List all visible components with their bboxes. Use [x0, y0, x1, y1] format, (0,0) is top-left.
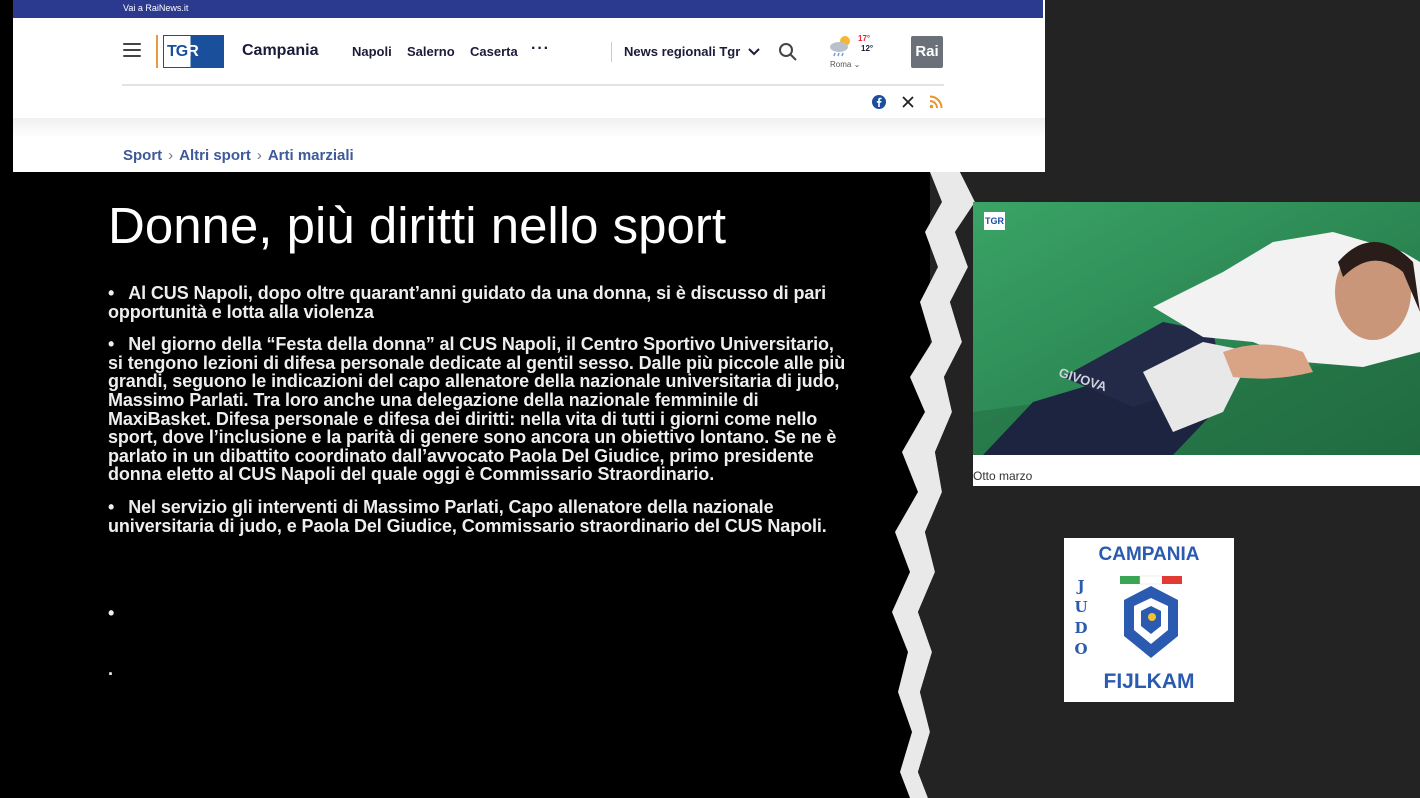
bullet-list: • Al CUS Napoli, dopo oltre quarant’anni …	[108, 284, 853, 549]
fijlkam-emblem-icon	[1120, 575, 1182, 658]
nav-separator	[611, 42, 612, 62]
x-twitter-icon[interactable]	[901, 95, 915, 109]
judo-photo-illustration	[973, 202, 1420, 455]
temp-max: 17°	[858, 34, 871, 43]
bullet-item: • Nel servizio gli interventi di Massimo …	[108, 496, 827, 536]
temp-min: 12°	[861, 44, 874, 53]
header-shadow	[13, 118, 1045, 138]
bullet-item: • Nel giorno della “Festa della donna” al…	[108, 334, 846, 485]
breadcrumb-altri-sport[interactable]: Altri sport	[179, 147, 251, 164]
search-icon[interactable]	[778, 42, 798, 62]
breadcrumb: Sport › Altri sport › Arti marziali	[123, 147, 354, 164]
judo-vertical-text: JUDO	[1074, 577, 1088, 658]
nav-napoli[interactable]: Napoli	[352, 44, 392, 59]
slide-title: Donne, più diritti nello sport	[108, 197, 727, 254]
nav-caserta[interactable]: Caserta	[470, 44, 518, 59]
menu-icon[interactable]	[123, 43, 141, 57]
news-regionali-dropdown[interactable]: News regionali Tgr	[624, 44, 760, 59]
more-icon[interactable]: ···	[531, 40, 550, 58]
breadcrumb-arti-marziali[interactable]: Arti marziali	[268, 147, 354, 164]
weather-widget[interactable]: 17° 12° Roma ⌄	[828, 32, 878, 72]
bullet-item: • Al CUS Napoli, dopo oltre quarant’anni …	[108, 283, 827, 322]
rai-logo[interactable]: Rai	[911, 36, 943, 68]
tgr-logo[interactable]: TGR	[163, 35, 224, 68]
website-screenshot: Vai a RaiNews.it TGR Campania Napoli Sal…	[13, 0, 1045, 172]
breadcrumb-sport[interactable]: Sport	[123, 147, 162, 164]
weather-city[interactable]: Roma ⌄	[830, 60, 860, 69]
judo-photo: TGR GIVOVA	[973, 202, 1420, 455]
tgr-watermark: TGR	[984, 212, 1005, 230]
header-divider	[122, 84, 944, 86]
fijlkam-logo: CAMPANIA JUDO FIJLKAM	[1064, 538, 1234, 702]
empty-bullet: •	[108, 603, 115, 623]
facebook-icon[interactable]	[872, 95, 886, 109]
chevron-down-icon	[748, 48, 760, 56]
rss-icon[interactable]	[929, 95, 943, 109]
top-bar: Vai a RaiNews.it	[13, 0, 1043, 18]
nav-salerno[interactable]: Salerno	[407, 44, 455, 59]
rainews-link[interactable]: Vai a RaiNews.it	[123, 3, 188, 13]
photo-caption: Otto marzo	[973, 455, 1420, 486]
weather-icon	[830, 36, 850, 57]
trailing-dot: .	[108, 659, 114, 679]
region-title[interactable]: Campania	[242, 42, 318, 60]
logo-divider	[156, 35, 158, 68]
